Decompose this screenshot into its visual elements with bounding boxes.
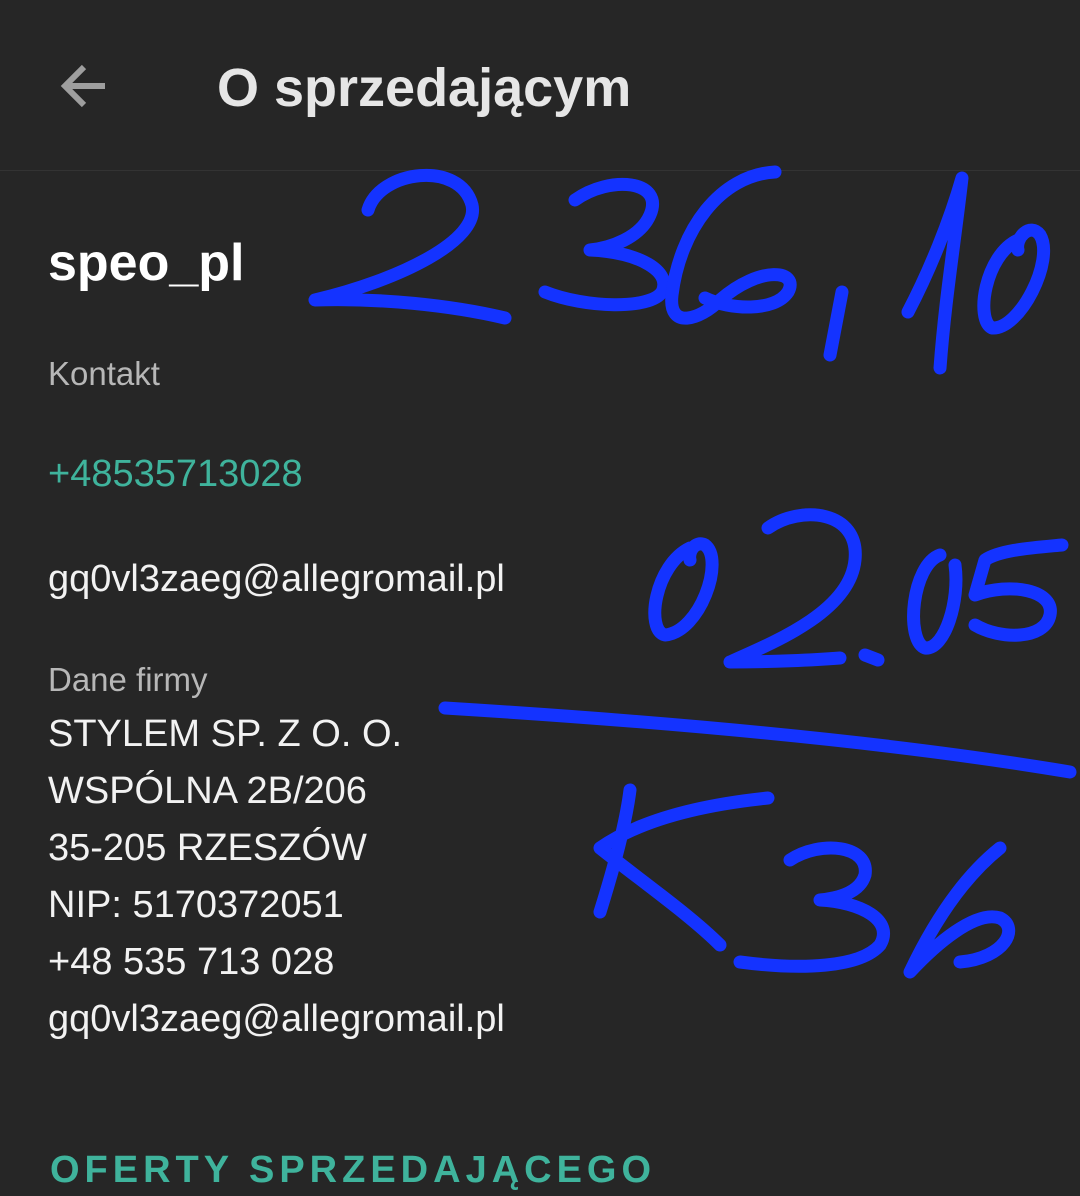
- company-phone: +48 535 713 028: [48, 941, 335, 983]
- company-email: gq0vl3zaeg@allegromail.pl: [48, 998, 505, 1040]
- company-street: WSPÓLNA 2B/206: [48, 770, 367, 812]
- company-name: STYLEM SP. Z O. O.: [48, 713, 403, 755]
- contact-section-label: Kontakt: [48, 355, 160, 392]
- arrow-left-icon: [60, 64, 105, 108]
- email-link[interactable]: gq0vl3zaeg@allegromail.pl: [48, 555, 505, 603]
- back-button[interactable]: [40, 38, 130, 134]
- company-section-label: Dane firmy: [48, 661, 208, 698]
- page-title: O sprzedającym: [217, 58, 632, 118]
- phone-link[interactable]: +48535713028: [48, 450, 303, 498]
- company-city: 35-205 RZESZÓW: [48, 827, 367, 869]
- app-bar: O sprzedającym: [0, 0, 1080, 171]
- company-nip: NIP: 5170372051: [48, 884, 344, 926]
- seller-offers-link[interactable]: OFERTY SPRZEDAJĄCEGO: [50, 1146, 656, 1194]
- seller-name: speo_pl: [48, 234, 245, 292]
- seller-info-screen: O sprzedającym speo_pl Kontakt +48535713…: [0, 0, 1080, 1196]
- company-details: STYLEM SP. Z O. O. WSPÓLNA 2B/206 35-205…: [48, 708, 505, 1050]
